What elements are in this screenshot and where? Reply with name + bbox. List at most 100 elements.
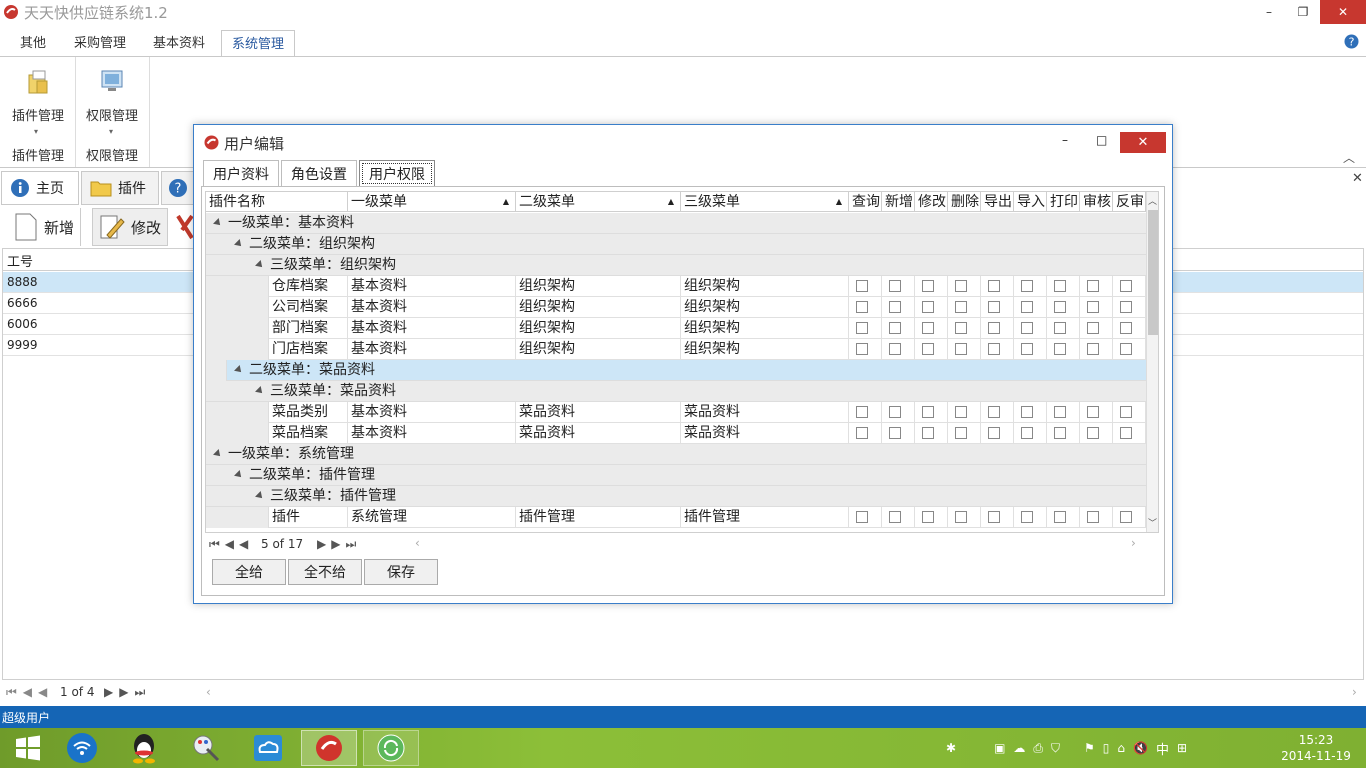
permission-checkbox[interactable] — [1054, 427, 1066, 439]
permission-row[interactable]: 公司档案 基本资料 组织架构 组织架构 — [206, 297, 1146, 318]
clock[interactable]: 15:23 2014-11-19 — [1274, 732, 1358, 764]
qq-icon[interactable] — [116, 730, 172, 766]
pager-next-last-icon[interactable]: ▶▶⏭ — [317, 537, 361, 552]
group-row-level1[interactable]: 一级菜单：系统管理 — [206, 444, 1146, 465]
permission-checkbox[interactable] — [1087, 427, 1099, 439]
group-row-level3[interactable]: 三级菜单：组织架构 — [206, 255, 1146, 276]
permission-row[interactable]: 菜品档案 基本资料 菜品资料 菜品资料 — [206, 423, 1146, 444]
dialog-maximize-button[interactable]: □ — [1096, 133, 1107, 147]
permission-checkbox[interactable] — [1120, 511, 1132, 523]
permission-checkbox[interactable] — [922, 301, 934, 313]
permission-checkbox[interactable] — [1087, 343, 1099, 355]
tab-basic-data[interactable]: 基本资料 — [153, 30, 205, 57]
permission-checkbox[interactable] — [889, 322, 901, 334]
column-header-delete[interactable]: 删除 — [948, 192, 981, 212]
permission-checkbox[interactable] — [1054, 343, 1066, 355]
permission-checkbox[interactable] — [988, 511, 1000, 523]
tab-other[interactable]: 其他 — [20, 30, 46, 57]
permission-checkbox[interactable] — [955, 511, 967, 523]
collapse-ribbon-icon[interactable]: ︿ — [1343, 149, 1355, 166]
permission-row[interactable]: 仓库档案 基本资料 组织架构 组织架构 — [206, 276, 1146, 297]
chevron-down-icon[interactable]: ▾ — [34, 127, 38, 136]
give-all-button[interactable]: 全给 — [212, 559, 286, 585]
permission-checkbox[interactable] — [856, 322, 868, 334]
action-center-icon[interactable]: ▣ — [994, 741, 1005, 755]
h-scroll-right-icon[interactable]: › — [1131, 536, 1136, 550]
give-none-button[interactable]: 全不给 — [288, 559, 362, 585]
group-row-level1[interactable]: 一级菜单：基本资料 — [206, 213, 1146, 234]
permission-checkbox[interactable] — [1120, 301, 1132, 313]
scroll-thumb[interactable] — [1148, 210, 1158, 335]
h-scroll-left-icon[interactable]: ‹ — [206, 685, 211, 699]
column-header-query[interactable]: 查询 — [849, 192, 882, 212]
permission-checkbox[interactable] — [1021, 280, 1033, 292]
vertical-scrollbar[interactable]: ︿ ﹀ — [1146, 192, 1158, 532]
permission-checkbox[interactable] — [1087, 322, 1099, 334]
permission-checkbox[interactable] — [856, 406, 868, 418]
permission-checkbox[interactable] — [889, 301, 901, 313]
tab-user-permissions[interactable]: 用户权限 — [359, 160, 435, 187]
column-header-add[interactable]: 新增 — [882, 192, 915, 212]
windows-start-icon[interactable] — [0, 730, 56, 766]
minimize-button[interactable]: – — [1252, 0, 1286, 24]
cloud-drive-icon[interactable] — [240, 730, 296, 766]
tab-user-info[interactable]: 用户资料 — [203, 160, 279, 187]
permission-checkbox[interactable] — [1021, 343, 1033, 355]
permission-row[interactable]: 菜品类别 基本资料 菜品资料 菜品资料 — [206, 402, 1146, 423]
column-header-export[interactable]: 导出 — [981, 192, 1014, 212]
pager-nav-next-last-icon[interactable]: ▶▶⏭ — [104, 685, 151, 700]
permission-checkbox[interactable] — [922, 511, 934, 523]
volume-muted-icon[interactable]: 🔇 — [1133, 741, 1148, 755]
permission-management-button[interactable]: 权限管理 — [72, 105, 152, 124]
permission-checkbox[interactable] — [1021, 301, 1033, 313]
flag-icon[interactable]: ⚑ — [1084, 741, 1095, 755]
shield-icon[interactable]: ⛉ — [1051, 741, 1060, 756]
permission-checkbox[interactable] — [1021, 406, 1033, 418]
permission-checkbox[interactable] — [1120, 322, 1132, 334]
permission-checkbox[interactable] — [1087, 406, 1099, 418]
doc-tab-home[interactable]: 主页 — [1, 171, 79, 205]
permission-checkbox[interactable] — [889, 343, 901, 355]
tab-system-management[interactable]: 系统管理 — [221, 30, 296, 57]
permission-checkbox[interactable] — [922, 427, 934, 439]
wifi-app-icon[interactable] — [54, 730, 110, 766]
close-button[interactable]: ✕ — [1320, 0, 1366, 24]
new-button[interactable]: 新增 — [8, 208, 82, 246]
column-header-plugin-name[interactable]: 插件名称 — [206, 192, 348, 212]
permission-checkbox[interactable] — [1054, 406, 1066, 418]
plugin-management-button[interactable]: 插件管理 — [0, 105, 78, 124]
ime-indicator[interactable]: 中 — [1156, 739, 1169, 758]
group-row-level2[interactable]: 二级菜单：插件管理 — [206, 465, 1146, 486]
edit-button[interactable]: 修改 — [92, 208, 169, 246]
network-icon[interactable]: ⌂ — [1117, 741, 1125, 755]
permission-checkbox[interactable] — [889, 406, 901, 418]
permission-row[interactable]: 插件 系统管理 插件管理 插件管理 — [206, 507, 1146, 528]
permission-checkbox[interactable] — [1087, 511, 1099, 523]
battery-icon[interactable]: ▯ — [1103, 741, 1110, 755]
permission-checkbox[interactable] — [1120, 406, 1132, 418]
permission-checkbox[interactable] — [856, 343, 868, 355]
bluetooth-icon[interactable]: ✱ — [946, 741, 956, 755]
permission-checkbox[interactable] — [1021, 322, 1033, 334]
permission-checkbox[interactable] — [922, 322, 934, 334]
dialog-close-button[interactable]: ✕ — [1120, 132, 1166, 153]
permission-checkbox[interactable] — [1054, 280, 1066, 292]
sync-app-icon[interactable] — [363, 730, 419, 766]
supply-chain-app-icon[interactable] — [301, 730, 357, 766]
permission-checkbox[interactable] — [1054, 511, 1066, 523]
column-header-approve[interactable]: 审核 — [1080, 192, 1113, 212]
help-icon[interactable]: ? — [1344, 34, 1359, 49]
doc-tab-help[interactable]: ? — [161, 171, 195, 205]
printer-icon[interactable]: ⎙ — [1033, 741, 1043, 756]
permission-row[interactable]: 门店档案 基本资料 组织架构 组织架构 — [206, 339, 1146, 360]
column-header-menu3[interactable]: 三级菜单 ▲ — [681, 192, 849, 212]
permission-checkbox[interactable] — [955, 280, 967, 292]
permission-checkbox[interactable] — [988, 343, 1000, 355]
permission-checkbox[interactable] — [856, 280, 868, 292]
restore-button[interactable]: ❐ — [1286, 0, 1320, 24]
permission-checkbox[interactable] — [856, 511, 868, 523]
permission-checkbox[interactable] — [922, 406, 934, 418]
h-scroll-right-icon[interactable]: › — [1352, 685, 1357, 699]
column-header-unapprove[interactable]: 反审 — [1113, 192, 1146, 212]
tab-purchase[interactable]: 采购管理 — [74, 30, 126, 57]
